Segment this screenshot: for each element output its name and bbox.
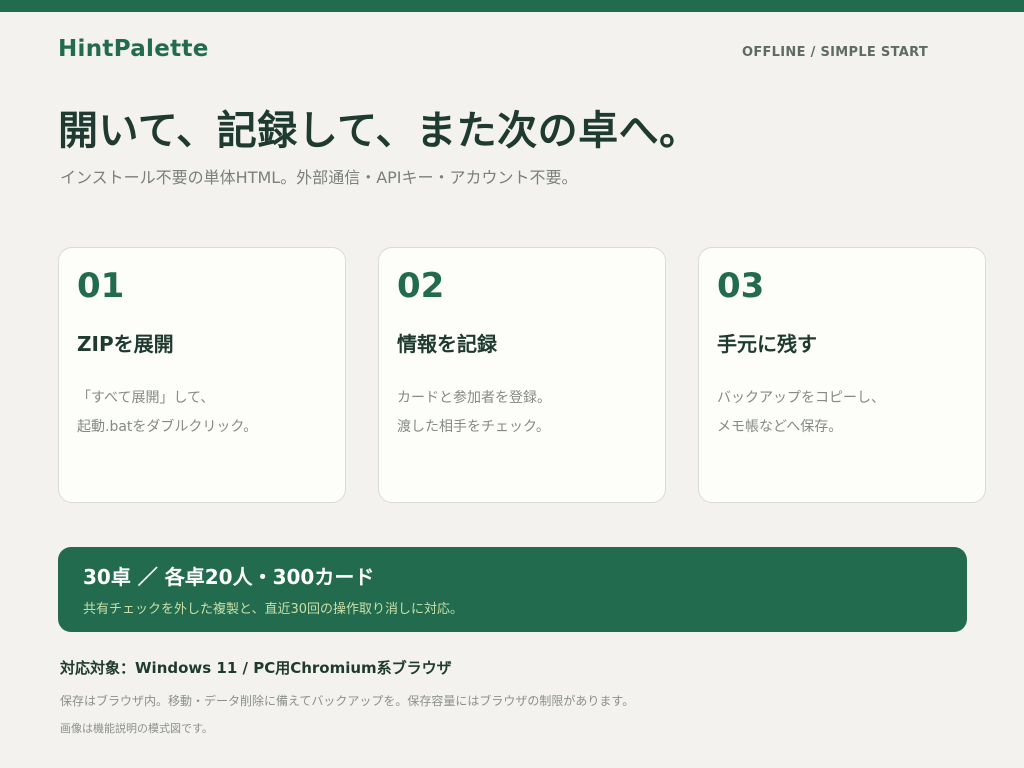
step-description-line: 起動.batをダブルクリック。 <box>77 419 258 435</box>
capacity-banner: 30卓 ／ 各卓20人・300カード 共有チェックを外した複製と、直近30回の操… <box>58 547 967 632</box>
step-number: 03 <box>717 266 765 306</box>
step-title: ZIPを展開 <box>77 332 174 356</box>
page-headline: 開いて、記録して、また次の卓へ。 <box>58 108 700 154</box>
step-number: 01 <box>77 266 125 306</box>
page-subline: インストール不要の単体HTML。外部通信・APIキー・アカウント不要。 <box>60 168 578 187</box>
step-card-3: 03 手元に残す バックアップをコピーし、 メモ帳などへ保存。 <box>698 247 986 503</box>
step-description-line: バックアップをコピーし、 <box>717 390 885 406</box>
step-description-line: 「すべて展開」して、 <box>77 390 215 406</box>
step-description-line: メモ帳などへ保存。 <box>717 419 843 435</box>
image-disclaimer: 画像は機能説明の模式図です。 <box>60 722 213 735</box>
step-title: 情報を記録 <box>397 332 497 356</box>
step-number: 02 <box>397 266 445 306</box>
step-description: カードと参加者を登録。 渡した相手をチェック。 <box>397 384 551 442</box>
step-description: バックアップをコピーし、 メモ帳などへ保存。 <box>717 384 885 442</box>
top-accent-bar <box>0 0 1024 12</box>
tagline: OFFLINE / SIMPLE START <box>741 45 928 60</box>
storage-note: 保存はブラウザ内。移動・データ削除に備えてバックアップを。保存容量にはブラウザの… <box>60 694 635 708</box>
step-description: 「すべて展開」して、 起動.batをダブルクリック。 <box>77 384 257 442</box>
banner-title: 30卓 ／ 各卓20人・300カード <box>83 565 375 589</box>
banner-subtitle: 共有チェックを外した複製と、直近30回の操作取り消しに対応。 <box>83 602 464 617</box>
step-description-line: カードと参加者を登録。 <box>397 390 551 406</box>
brand-logo: HintPalette <box>58 36 209 62</box>
supported-environment: 対応対象：Windows 11 / PC用Chromium系ブラウザ <box>60 659 452 677</box>
step-card-2: 02 情報を記録 カードと参加者を登録。 渡した相手をチェック。 <box>378 247 666 503</box>
step-card-1: 01 ZIPを展開 「すべて展開」して、 起動.batをダブルクリック。 <box>58 247 346 503</box>
step-description-line: 渡した相手をチェック。 <box>397 419 550 435</box>
step-title: 手元に残す <box>717 332 817 356</box>
